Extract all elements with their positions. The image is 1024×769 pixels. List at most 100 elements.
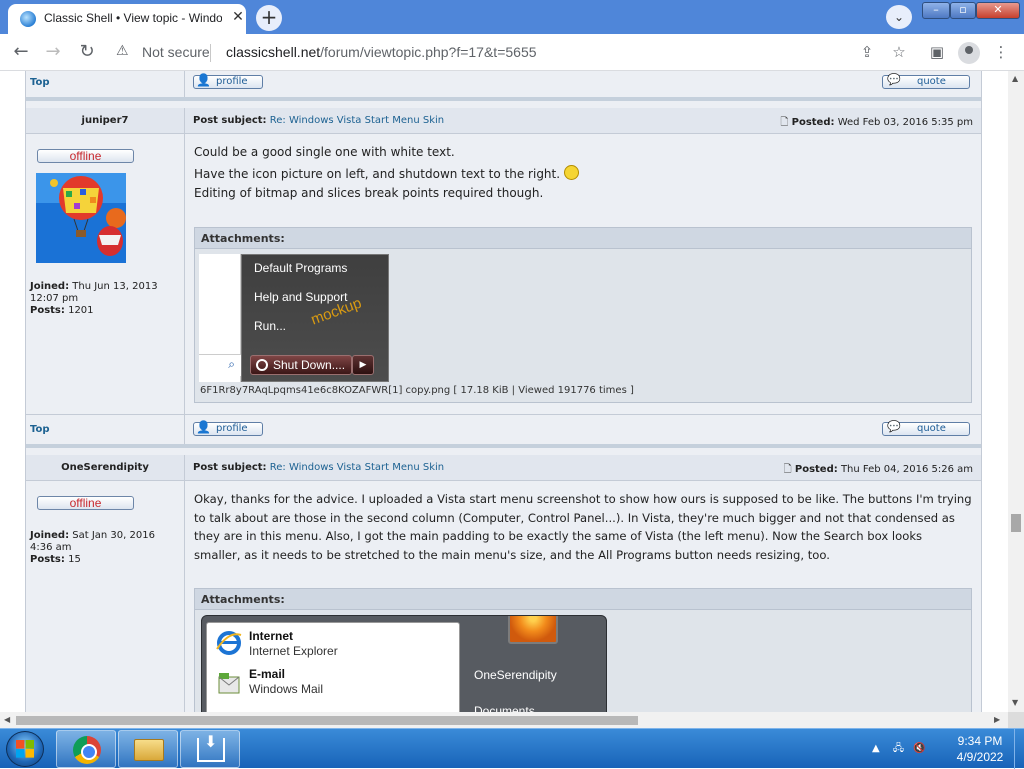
- subject-link[interactable]: Re: Windows Vista Start Menu Skin: [270, 115, 444, 126]
- minimize-window-button[interactable]: –: [922, 2, 950, 19]
- menu-kebab-icon[interactable]: ⋮: [990, 42, 1012, 64]
- post-line: Have the icon picture on left, and shutd…: [194, 165, 579, 184]
- attachment-image[interactable]: Internet Internet Explorer E-mail Window…: [201, 615, 607, 712]
- horizontal-scroll-thumb[interactable]: [16, 716, 638, 725]
- show-hidden-icons-arrow-icon[interactable]: ▲: [872, 743, 880, 754]
- top-link[interactable]: Top: [30, 424, 50, 435]
- vista-username: OneSerendipity: [474, 668, 557, 682]
- post-page-icon[interactable]: 🗋: [780, 117, 788, 128]
- menu-dark-pane: Default Programs Help and Support Run...…: [241, 254, 389, 382]
- address-bar[interactable]: ⚠ Not secure classicshell.net/forum/view…: [110, 38, 840, 66]
- browser-titlebar: Classic Shell • View topic - Windo ✕ + ⌄…: [0, 0, 1024, 34]
- shutdown-button-image: Shut Down....: [250, 355, 352, 375]
- reload-icon[interactable]: ↻: [74, 40, 100, 66]
- horizontal-scrollbar[interactable]: ◀ ▶: [0, 712, 1008, 728]
- post-date: 🗋 Posted: Wed Feb 03, 2016 5:35 pm: [780, 115, 973, 132]
- attachment-image[interactable]: Default Programs Help and Support Run...…: [199, 254, 389, 382]
- url-host: classicshell.net: [226, 44, 321, 60]
- share-icon[interactable]: ⇪: [856, 42, 878, 64]
- top-link[interactable]: Top: [30, 77, 50, 88]
- network-icon[interactable]: 🖧: [893, 743, 904, 754]
- maximize-window-button[interactable]: ▫: [950, 2, 976, 19]
- attachments-heading: Attachments:: [195, 228, 971, 249]
- post-author[interactable]: OneSerendipity: [26, 462, 184, 473]
- bookmark-star-icon[interactable]: ☆: [888, 42, 910, 64]
- taskbar-downloads[interactable]: [180, 730, 240, 768]
- vista-item-title: Internet: [249, 629, 294, 643]
- quote-button-label: quote: [917, 423, 946, 434]
- not-secure-label[interactable]: Not secure: [142, 44, 210, 60]
- shutdown-label: Shut Down....: [273, 358, 346, 372]
- profile-button-label: profile: [216, 423, 248, 434]
- vista-item-title: E-mail: [249, 667, 286, 681]
- clock-time: 9:34 PM: [957, 734, 1003, 748]
- profile-user-icon: 👤: [196, 420, 211, 434]
- profile-button[interactable]: 👤 profile: [193, 420, 263, 436]
- post-header: juniper7 Post subject: Re: Windows Vista…: [26, 108, 981, 134]
- quote-button[interactable]: 💬 quote: [882, 73, 970, 89]
- close-window-button[interactable]: ✕: [976, 2, 1020, 19]
- vista-item-subtitle: Internet Explorer: [249, 644, 338, 658]
- quote-button[interactable]: 💬 quote: [882, 420, 970, 436]
- profile-button-label: profile: [216, 76, 248, 87]
- windows-mail-icon: [218, 673, 240, 694]
- post-line: Editing of bitmap and slices break point…: [194, 186, 544, 200]
- volume-muted-icon[interactable]: 🔇: [913, 743, 925, 754]
- offline-status-badge: offline: [37, 496, 134, 510]
- taskbar-explorer[interactable]: [118, 730, 178, 768]
- clock-date: 4/9/2022: [956, 750, 1004, 764]
- site-favicon-icon: [20, 11, 36, 27]
- menu-item-default-programs: Default Programs: [254, 261, 348, 275]
- posted-value: Thu Feb 04, 2016 5:26 am: [840, 464, 973, 475]
- profile-user-icon: 👤: [196, 73, 211, 87]
- url-text[interactable]: classicshell.net/forum/viewtopic.php?f=1…: [226, 44, 537, 60]
- vertical-scrollbar[interactable]: ▲ ▼: [1008, 71, 1024, 712]
- avatar: [36, 173, 126, 263]
- subject-label: Post subject:: [193, 115, 267, 126]
- search-icon: ⌕: [228, 357, 235, 371]
- attachments-box: Attachments: Default Programs Help and S…: [194, 227, 972, 403]
- show-desktop-button[interactable]: [1014, 729, 1024, 769]
- forward-arrow-icon[interactable]: →: [40, 40, 66, 66]
- attachment-caption[interactable]: 6F1Rr8y7RAqLpqms41e6c8KOZAFWR[1] copy.pn…: [200, 385, 634, 396]
- system-tray: ▲ 🖧 🔇: [872, 741, 926, 758]
- scroll-down-arrow-icon[interactable]: ▼: [1012, 698, 1018, 707]
- side-panel-icon[interactable]: ▣: [926, 42, 948, 64]
- start-button[interactable]: [6, 731, 44, 767]
- taskbar-chrome[interactable]: [56, 730, 116, 768]
- profile-avatar-icon[interactable]: [958, 42, 980, 64]
- author-details: Joined: Thu Jun 13, 2013 12:07 pm Posts:…: [30, 281, 180, 317]
- post-separator: [26, 97, 981, 101]
- tab-title: Classic Shell • View topic - Windo: [44, 11, 222, 25]
- search-box-image: ⌕: [199, 354, 241, 376]
- scroll-left-arrow-icon[interactable]: ◀: [4, 715, 10, 724]
- column-divider: [184, 134, 185, 414]
- offline-status-badge: offline: [37, 149, 134, 163]
- post-page-icon[interactable]: 🗋: [784, 464, 792, 475]
- internet-explorer-icon: [216, 631, 242, 655]
- new-tab-button[interactable]: +: [256, 5, 282, 31]
- smiley-icon: [563, 165, 579, 180]
- warning-triangle-icon[interactable]: ⚠: [116, 43, 129, 59]
- column-divider: [184, 108, 185, 134]
- back-arrow-icon[interactable]: ←: [8, 40, 34, 66]
- tab-search-chevron-down-icon[interactable]: ⌄: [886, 5, 912, 29]
- column-divider: [184, 71, 185, 97]
- forum-topic: Top 👤 profile 💬 quote juniper7 Post subjec…: [25, 71, 982, 712]
- windows-logo-icon: [16, 740, 34, 758]
- attachments-heading: Attachments:: [195, 589, 971, 610]
- browser-tab[interactable]: Classic Shell • View topic - Windo ✕: [8, 4, 246, 34]
- profile-button[interactable]: 👤 profile: [193, 73, 263, 89]
- post-author[interactable]: juniper7: [26, 115, 184, 126]
- scroll-right-arrow-icon[interactable]: ▶: [994, 715, 1000, 724]
- vista-documents: Documents: [474, 704, 535, 712]
- chrome-icon: [73, 736, 101, 764]
- menu-item-run: Run...: [254, 319, 287, 333]
- post-header: OneSerendipity Post subject: Re: Windows…: [26, 455, 981, 481]
- close-tab-icon[interactable]: ✕: [230, 9, 246, 27]
- vertical-scroll-thumb[interactable]: [1011, 514, 1021, 532]
- taskbar-clock[interactable]: 9:34 PM 4/9/2022: [950, 733, 1010, 765]
- subject-link[interactable]: Re: Windows Vista Start Menu Skin: [270, 462, 444, 473]
- scroll-up-arrow-icon[interactable]: ▲: [1012, 74, 1018, 83]
- posts-value: 1201: [68, 305, 94, 316]
